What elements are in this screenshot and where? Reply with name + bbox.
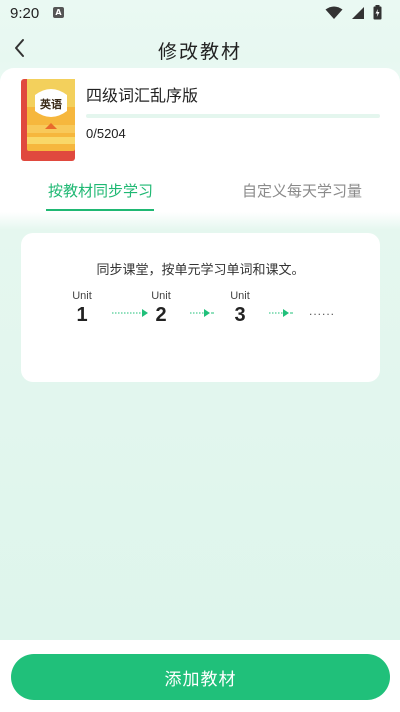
signal-icon: [352, 6, 364, 19]
progress-count: 0/5204: [86, 126, 126, 141]
active-tab-indicator: [46, 209, 154, 211]
unit-number: 1: [76, 304, 88, 326]
arrow-right-icon: [190, 309, 214, 317]
more-units-ellipsis: ......: [309, 304, 336, 318]
page-title: 修改教材: [157, 41, 242, 63]
wifi-icon: [325, 6, 343, 19]
notification-icon: A: [53, 7, 64, 18]
nav-bar: 修改教材: [0, 28, 400, 68]
book-card: 英语 四级词汇乱序版 0/5204: [0, 68, 400, 168]
book-cover-label: 英语: [39, 97, 62, 111]
unit-number: 2: [155, 304, 167, 326]
status-bar: 9:20 A: [0, 0, 400, 28]
unit-label: Unit: [230, 290, 250, 302]
book-cover-image: 英语: [21, 79, 75, 161]
status-time: 9:20: [10, 5, 40, 22]
tab-sync-textbook[interactable]: 按教材同步学习: [48, 180, 153, 201]
unit-step-2: Unit 2: [146, 290, 176, 327]
progress-bar: [86, 114, 380, 118]
tab-custom-daily[interactable]: 自定义每天学习量: [242, 180, 362, 201]
arrow-right-icon: [269, 309, 293, 317]
unit-number: 3: [234, 304, 246, 326]
unit-step-3: Unit 3: [225, 290, 255, 327]
battery-icon: [373, 5, 382, 20]
study-mode-tabs: 按教材同步学习 自定义每天学习量: [0, 168, 400, 212]
add-textbook-button[interactable]: 添加教材: [11, 654, 390, 700]
unit-label: Unit: [72, 290, 92, 302]
unit-step-1: Unit 1: [67, 290, 97, 327]
bottom-action-bar: 添加教材: [0, 640, 400, 712]
unit-label: Unit: [151, 290, 171, 302]
intro-description: 同步课堂，按单元学习单词和课文。: [96, 263, 305, 278]
book-title: 四级词汇乱序版: [86, 86, 199, 105]
sync-intro-card: 同步课堂，按单元学习单词和课文。 Unit 1 Unit 2 Unit 3 ..…: [21, 233, 380, 382]
